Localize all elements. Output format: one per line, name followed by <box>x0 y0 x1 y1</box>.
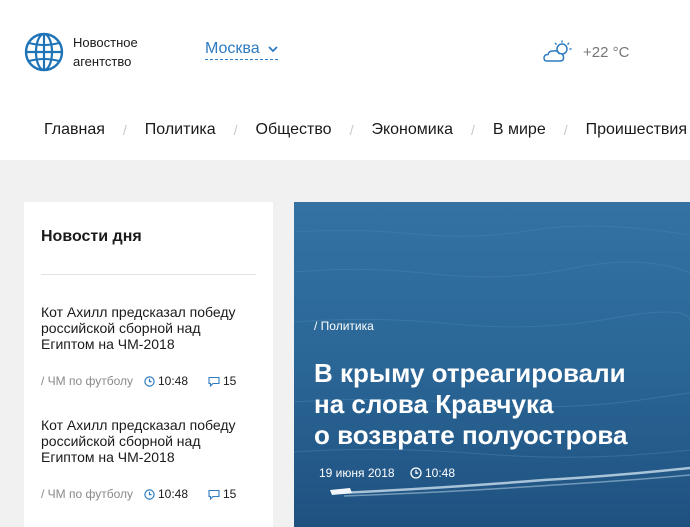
nav-separator: / <box>470 122 475 138</box>
news-category-link[interactable]: / ЧМ по футболу <box>41 487 144 501</box>
news-time-value: 10:48 <box>158 487 189 501</box>
featured-title-line3: о возврате полуострова <box>314 420 628 450</box>
brand-name: Новостное агентство <box>73 33 138 71</box>
nav-separator: / <box>233 122 238 138</box>
news-title-link[interactable]: Кот Ахилл предсказал победу российской с… <box>41 304 256 352</box>
featured-title-line2: на слова Кравчука <box>314 389 554 419</box>
featured-time-value: 10:48 <box>425 466 456 480</box>
news-comments[interactable]: 15 <box>208 374 236 388</box>
nav-separator: / <box>122 122 127 138</box>
city-selector[interactable]: Москва <box>205 40 278 60</box>
news-meta: / ЧМ по футболу 10:48 15 <box>41 374 256 388</box>
clock-icon <box>144 375 155 387</box>
featured-category[interactable]: / Политика <box>314 319 374 333</box>
featured-time: 10:48 <box>410 466 455 480</box>
news-comments[interactable]: 15 <box>208 487 236 501</box>
news-meta: / ЧМ по футболу 10:48 15 <box>41 487 256 501</box>
news-category-link[interactable]: / ЧМ по футболу <box>41 374 144 388</box>
city-name: Москва <box>205 40 260 57</box>
main-nav: Главная / Политика / Общество / Экономик… <box>44 121 687 139</box>
clock-icon <box>410 467 422 479</box>
featured-story[interactable]: / Политика В крыму отреагировали на слов… <box>294 202 690 527</box>
news-time: 10:48 <box>144 487 208 501</box>
news-time-value: 10:48 <box>158 374 189 388</box>
news-item: Кот Ахилл предсказал победу российской с… <box>41 304 256 388</box>
panel-title: Новости дня <box>41 228 142 245</box>
nav-item-economy[interactable]: Экономика <box>371 121 453 139</box>
featured-title[interactable]: В крыму отреагировали на слова Кравчука … <box>314 358 684 451</box>
news-comments-count: 15 <box>223 374 237 388</box>
nav-separator: / <box>563 122 568 138</box>
news-comments-count: 15 <box>223 487 237 501</box>
weather-temperature: +22 °C <box>583 43 630 61</box>
featured-date: 19 июня 2018 <box>319 466 395 480</box>
news-title-link[interactable]: Кот Ахилл предсказал победу российской с… <box>41 417 256 465</box>
panel-divider <box>41 274 256 275</box>
nav-item-world[interactable]: В мире <box>493 121 546 139</box>
nav-separator: / <box>349 122 354 138</box>
nav-item-society[interactable]: Общество <box>256 121 332 139</box>
news-time: 10:48 <box>144 374 208 388</box>
clock-icon <box>144 488 155 500</box>
news-of-day-panel: Новости дня Кот Ахилл предсказал победу … <box>24 202 273 527</box>
brand-name-line2: агентство <box>73 54 132 69</box>
partly-cloudy-icon <box>543 40 572 62</box>
globe-icon <box>24 32 64 72</box>
site-header: Новостное агентство Москва +22 °C Главна… <box>0 0 690 160</box>
nav-item-home[interactable]: Главная <box>44 121 105 139</box>
comment-icon <box>208 489 220 500</box>
news-item: Кот Ахилл предсказал победу российской с… <box>41 417 256 501</box>
featured-meta: 19 июня 2018 10:48 <box>319 466 455 480</box>
nav-item-incidents[interactable]: Проишествия <box>586 121 687 139</box>
nav-item-politics[interactable]: Политика <box>145 121 216 139</box>
brand-name-line1: Новостное <box>73 35 138 50</box>
logo[interactable]: Новостное агентство <box>24 32 138 72</box>
chevron-down-icon <box>267 45 278 52</box>
featured-title-line1: В крыму отреагировали <box>314 358 626 388</box>
comment-icon <box>208 376 220 387</box>
weather-widget: +22 °C <box>543 40 629 64</box>
